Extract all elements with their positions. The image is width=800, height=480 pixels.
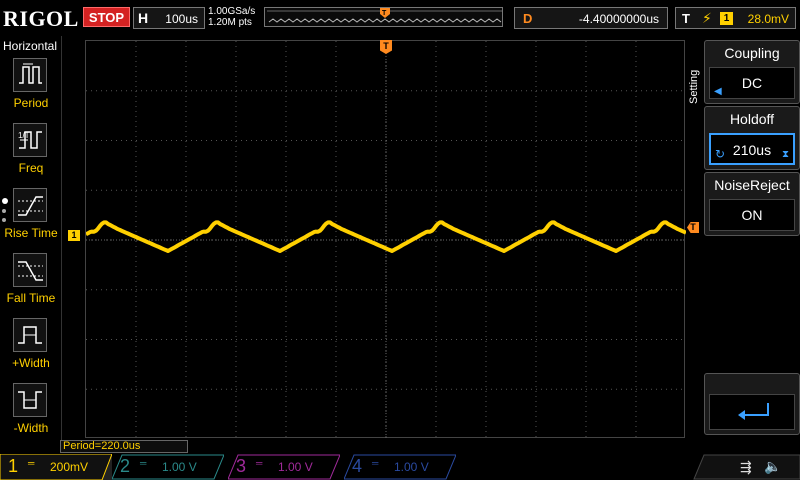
channel-4-scale: 1.00 V (394, 460, 429, 474)
adjust-icon: ⧗ (781, 149, 789, 160)
channel-3-scale: 1.00 V (278, 460, 313, 474)
menu-item-rise-time[interactable]: Rise Time (0, 188, 62, 248)
memory-overview-wave: T (267, 8, 502, 23)
period-icon (13, 58, 47, 92)
menu-item-fall-time[interactable]: Fall Time (0, 253, 62, 313)
channel-1-tab[interactable]: 1 ═ 200mV (0, 454, 112, 480)
timebase-label: H (138, 10, 149, 26)
channel-1-scale: 200mV (50, 460, 89, 474)
trigger-label: T (682, 11, 690, 26)
fall-time-icon (13, 253, 47, 287)
top-status-bar: RIGOL STOP H 100us 1.00GSa/s 1.20M pts T… (0, 0, 800, 36)
trigger-level-marker[interactable]: T (687, 222, 699, 233)
frequency-icon: 1/T (13, 123, 47, 157)
menu-title: Horizontal (3, 39, 58, 53)
trigger-settings-menu: Coupling ◀ DC Holdoff ↻ ⧗ 210us NoiseRej… (704, 36, 800, 448)
channel-4-tab[interactable]: 4 ═ 1.00 V (344, 454, 456, 480)
rising-edge-icon: ⚡ (702, 10, 712, 26)
timebase-value: 100us (165, 12, 198, 26)
return-icon (738, 403, 769, 420)
horizontal-measure-menu: Horizontal Period 1/T Freq Rise Time Fal… (0, 36, 62, 448)
brand-logo: RIGOL (3, 6, 79, 31)
noise-reject-softkey[interactable]: NoiseReject ON (704, 172, 800, 236)
noise-reject-value: ON (709, 199, 795, 231)
menu-item-label: Rise Time (4, 226, 58, 240)
waveform-display[interactable] (85, 40, 686, 439)
measurement-result: Period=220.0us (60, 440, 188, 453)
channel-status-bar: 1 ═ 200mV 2 ═ 1.00 V 3 ═ 1.00 V 4 ═ 1.00… (0, 454, 800, 480)
dc-coupling-icon: ═ (28, 458, 35, 468)
holdoff-title: Holdoff (729, 111, 775, 127)
sample-info: 1.00GSa/s 1.20M pts (208, 6, 255, 28)
return-icon-box (709, 394, 795, 430)
dc-coupling-icon: ═ (140, 458, 147, 468)
delay-box[interactable]: D -4.40000000us (514, 7, 668, 29)
svg-text:T: T (382, 10, 387, 17)
dc-coupling-icon: ═ (372, 458, 379, 468)
menu-item-label: Period (13, 96, 49, 110)
channel-3-number: 3 (236, 456, 247, 476)
coupling-value: ◀ DC (709, 67, 795, 99)
left-arrow-icon: ◀ (714, 86, 722, 97)
graticule (86, 41, 686, 439)
menu-item-positive-width[interactable]: +Width (0, 318, 62, 378)
memory-tracker: T (264, 7, 503, 27)
channel-2-scale: 1.00 V (162, 460, 197, 474)
channel-4-number: 4 (352, 456, 363, 476)
rise-time-icon (13, 188, 47, 222)
menu-item-label: Fall Time (6, 291, 56, 305)
channel-2-tab[interactable]: 2 ═ 1.00 V (112, 454, 224, 480)
setting-label: Setting (688, 69, 700, 104)
coupling-title: Coupling (724, 45, 780, 61)
trigger-box[interactable]: T ⚡ 1 28.0mV (675, 7, 796, 29)
trigger-source: 1 (720, 12, 733, 25)
coupling-softkey[interactable]: Coupling ◀ DC (704, 40, 800, 104)
menu-item-negative-width[interactable]: -Width (0, 383, 62, 443)
delay-value: -4.40000000us (578, 12, 659, 26)
negative-width-icon (13, 383, 47, 417)
menu-side-label: Setting (688, 58, 702, 130)
knob-icon: ↻ (715, 147, 726, 161)
sample-rate: 1.00GSa/s (208, 6, 256, 17)
holdoff-softkey[interactable]: Holdoff ↻ ⧗ 210us (704, 106, 800, 170)
delay-label: D (523, 11, 533, 26)
noise-reject-title: NoiseReject (714, 177, 790, 193)
menu-item-label: +Width (12, 356, 50, 370)
noise-reject-value-text: ON (741, 207, 763, 223)
channel-1-offset-marker[interactable]: 1 (68, 230, 80, 241)
holdoff-value-text: 210us (732, 142, 772, 158)
dc-coupling-icon: ═ (256, 458, 263, 468)
svg-text:1/T: 1/T (18, 131, 30, 140)
menu-item-freq[interactable]: 1/T Freq (0, 123, 62, 183)
menu-item-label: -Width (13, 421, 49, 435)
timebase-box[interactable]: H 100us (133, 7, 205, 29)
menu-item-period[interactable]: Period (0, 58, 62, 118)
channel-3-tab[interactable]: 3 ═ 1.00 V (228, 454, 340, 480)
channel-2-number: 2 (120, 456, 131, 476)
holdoff-value: ↻ ⧗ 210us (709, 133, 795, 165)
speaker-muted-icon[interactable]: 🔈 (764, 458, 781, 475)
coupling-value-text: DC (741, 75, 763, 91)
usb-icon: ⇶ (740, 459, 752, 475)
run-stop-status[interactable]: STOP (83, 7, 130, 27)
channel-1-number: 1 (8, 456, 19, 476)
return-softkey[interactable] (704, 373, 800, 435)
menu-item-label: Freq (18, 161, 44, 175)
trigger-level: 28.0mV (747, 12, 789, 26)
positive-width-icon (13, 318, 47, 352)
memory-depth: 1.20M pts (208, 17, 252, 28)
